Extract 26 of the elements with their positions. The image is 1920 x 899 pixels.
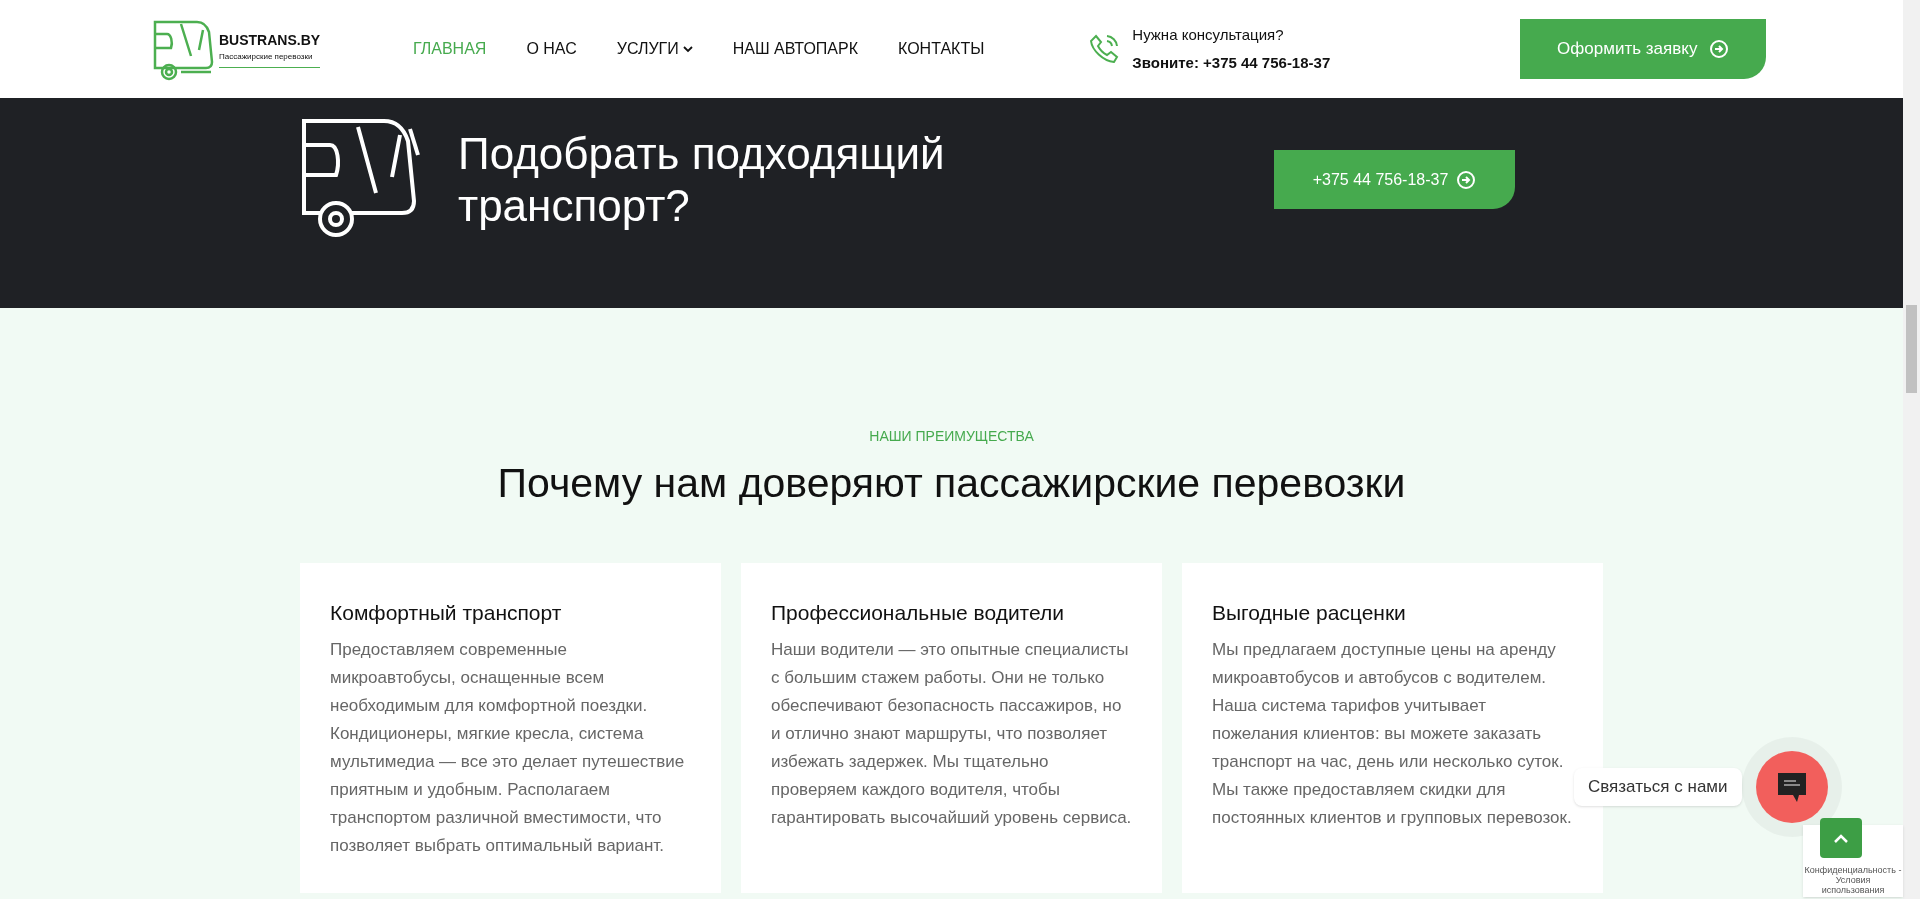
section-heading: Почему нам доверяют пассажирские перевозки xyxy=(497,459,1406,508)
card-text: Наши водители — это опытные специалисты с большим стажем работы. Они не только обеспечивают безопасность пассажиров, но и отлично знают маршруты, что позволяет избежать задержек. Мы тщательно проверяем каждого водителя, чтобы гарантировать высочайший уровень сервиса. xyxy=(771,639,1132,829)
nav-link[interactable]: О НАС xyxy=(526,37,577,61)
chat-button[interactable] xyxy=(1755,751,1828,823)
logo-name: BUSTRANS.BY xyxy=(219,31,321,50)
scroll-top-button[interactable] xyxy=(1820,818,1862,858)
chat-tooltip: Связаться с нами xyxy=(1574,768,1742,806)
card-text: Мы предлагаем доступные цены на аренду микроавтобусов и автобусов с водителем. Наша система тарифов учитывает пожелания клиентов: вы можете заказать транспорт на час, день или несколько суток. Мы также предоставляем скидки для постоянных клиентов и групповых перевозок. xyxy=(1212,639,1573,829)
section-eyebrow: НАШИ ПРЕИМУЩЕСТВА xyxy=(869,427,1034,446)
logo-tagline: Пассажирские перевозки xyxy=(219,51,321,68)
phone-icon xyxy=(1088,33,1121,65)
consultation-label: Нужна консультация? xyxy=(1132,24,1285,45)
nav-link[interactable]: УСЛУГИ xyxy=(616,37,693,61)
banner-heading: Подобрать подходящий транспорт? xyxy=(458,128,946,232)
arrow-circle-icon xyxy=(1709,39,1730,59)
card-title: Выгодные расценки xyxy=(1212,599,1407,626)
nav-link[interactable]: НАШ АВТОПАРК xyxy=(732,37,858,61)
chevron-up-icon xyxy=(1834,833,1848,843)
nav-link[interactable]: КОНТАКТЫ xyxy=(898,37,985,61)
phone-number: Звоните: +375 44 756-18-37 xyxy=(1132,53,1331,73)
card-text: Предоставляем современные микроавтобусы, оснащенные всем необходимым для комфортной поездки. Кондиционеры, мягкие кресла, система мультимедиа — все это делает путешествие приятным и удобным. Располагаем транспортом различной вместимости, что позволяет выбрать оптимальный вариант. xyxy=(330,639,686,857)
scrollbar-thumb[interactable] xyxy=(1906,305,1917,393)
arrow-circle-icon xyxy=(1456,169,1477,190)
card-title: Комфортный транспорт xyxy=(330,599,563,626)
recaptcha-text: Конфиденциальность - Условия использования xyxy=(1804,865,1902,895)
card-title: Профессиональные водители xyxy=(771,599,1065,626)
